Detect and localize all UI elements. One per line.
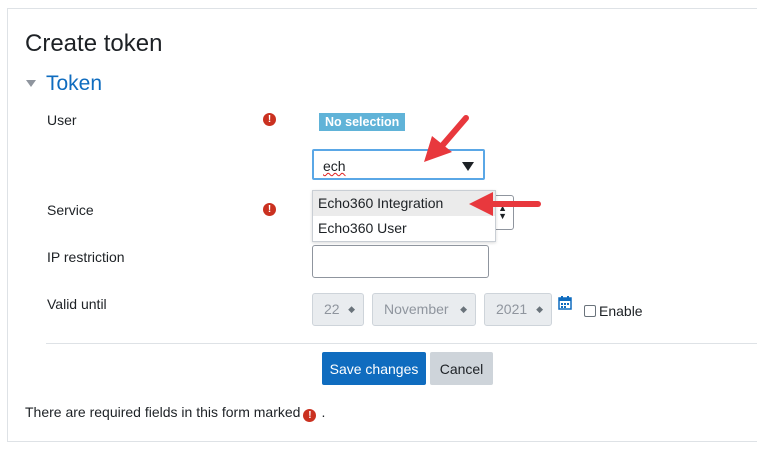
suggestion-option[interactable]: Echo360 Integration	[313, 191, 495, 216]
year-value: 2021	[496, 301, 528, 317]
cancel-button[interactable]: Cancel	[430, 352, 493, 385]
enable-label[interactable]: Enable	[599, 303, 643, 319]
calendar-icon[interactable]	[558, 296, 572, 310]
required-note-text: There are required fields in this form m…	[25, 404, 301, 420]
required-icon: !	[263, 203, 276, 216]
day-value: 22	[324, 301, 340, 317]
required-note-period: .	[321, 404, 326, 420]
required-icon: !	[263, 113, 276, 126]
month-value: November	[384, 301, 449, 317]
user-label: User	[47, 112, 77, 128]
section-title-token[interactable]: Token	[46, 72, 102, 96]
day-select[interactable]: 22 ◆	[312, 293, 364, 326]
select-chevron-icon: ▲ ▼	[498, 203, 507, 221]
save-changes-button[interactable]: Save changes	[322, 352, 426, 385]
form-divider	[46, 343, 757, 344]
ip-restriction-label: IP restriction	[47, 249, 125, 265]
user-search-input[interactable]: ech	[312, 149, 485, 180]
select-chevron-icon: ◆	[460, 304, 467, 314]
user-search-text: ech	[323, 158, 346, 174]
service-label: Service	[47, 202, 94, 218]
select-chevron-icon: ◆	[536, 304, 543, 314]
caret-down-icon[interactable]	[26, 80, 36, 87]
user-selection-badge: No selection	[319, 113, 406, 131]
select-chevron-icon: ◆	[348, 304, 355, 314]
month-select[interactable]: November ◆	[372, 293, 476, 326]
suggestion-option[interactable]: Echo360 User	[313, 216, 495, 241]
enable-checkbox[interactable]	[584, 305, 596, 317]
dropdown-arrow-icon[interactable]	[462, 162, 474, 171]
required-fields-note: There are required fields in this form m…	[25, 404, 325, 422]
year-select[interactable]: 2021 ◆	[484, 293, 552, 326]
required-icon: !	[303, 409, 317, 422]
valid-until-label: Valid until	[47, 296, 107, 312]
page-title: Create token	[25, 30, 163, 57]
ip-restriction-input[interactable]	[312, 245, 489, 278]
user-suggestions-dropdown[interactable]: Echo360 Integration Echo360 User	[312, 190, 496, 242]
